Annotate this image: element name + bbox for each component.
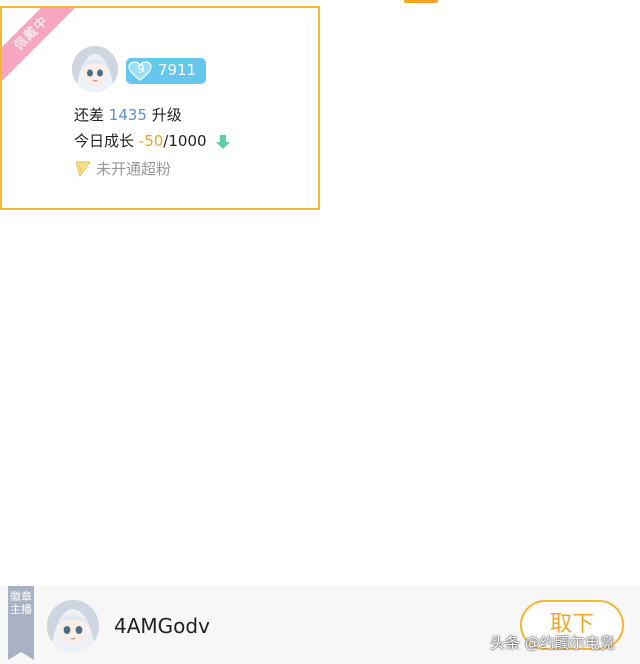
watermark: 头条 @约髑尔电竞 [490,634,615,652]
super-fan-label: 未开通超粉 [96,160,172,178]
level-number: 9 [137,62,145,76]
super-fan-status[interactable]: 未开通超粉 [74,158,171,179]
super-fan-flag-icon [75,161,91,177]
intimacy-value: 7911 [158,61,197,79]
tab-indicator [404,0,438,3]
wearing-ribbon: 佩戴中 [2,8,83,85]
fan-level-badge: 9 7911 [126,58,206,84]
growth-value: -50 [138,132,164,150]
anchor-avatar[interactable] [47,600,99,652]
badge-anchor-tag: 徽章主播 [8,586,34,660]
growth-prefix: 今日成长 [74,132,135,150]
upgrade-prefix: 还差 [74,106,105,124]
today-growth-line: 今日成长 -50/1000 [74,130,231,151]
fan-badge-card[interactable]: 佩戴中 9 7911 还差 1435 升级 今日成长 -50/1000 未开通超… [0,6,320,210]
avatar [72,46,118,92]
down-arrow-icon [216,134,231,149]
growth-total: /1000 [163,132,207,150]
upgrade-value: 1435 [108,106,147,124]
anchor-name[interactable]: 4AMGodv [114,614,210,638]
upgrade-suffix: 升级 [151,106,182,124]
upgrade-line: 还差 1435 升级 [74,104,182,125]
